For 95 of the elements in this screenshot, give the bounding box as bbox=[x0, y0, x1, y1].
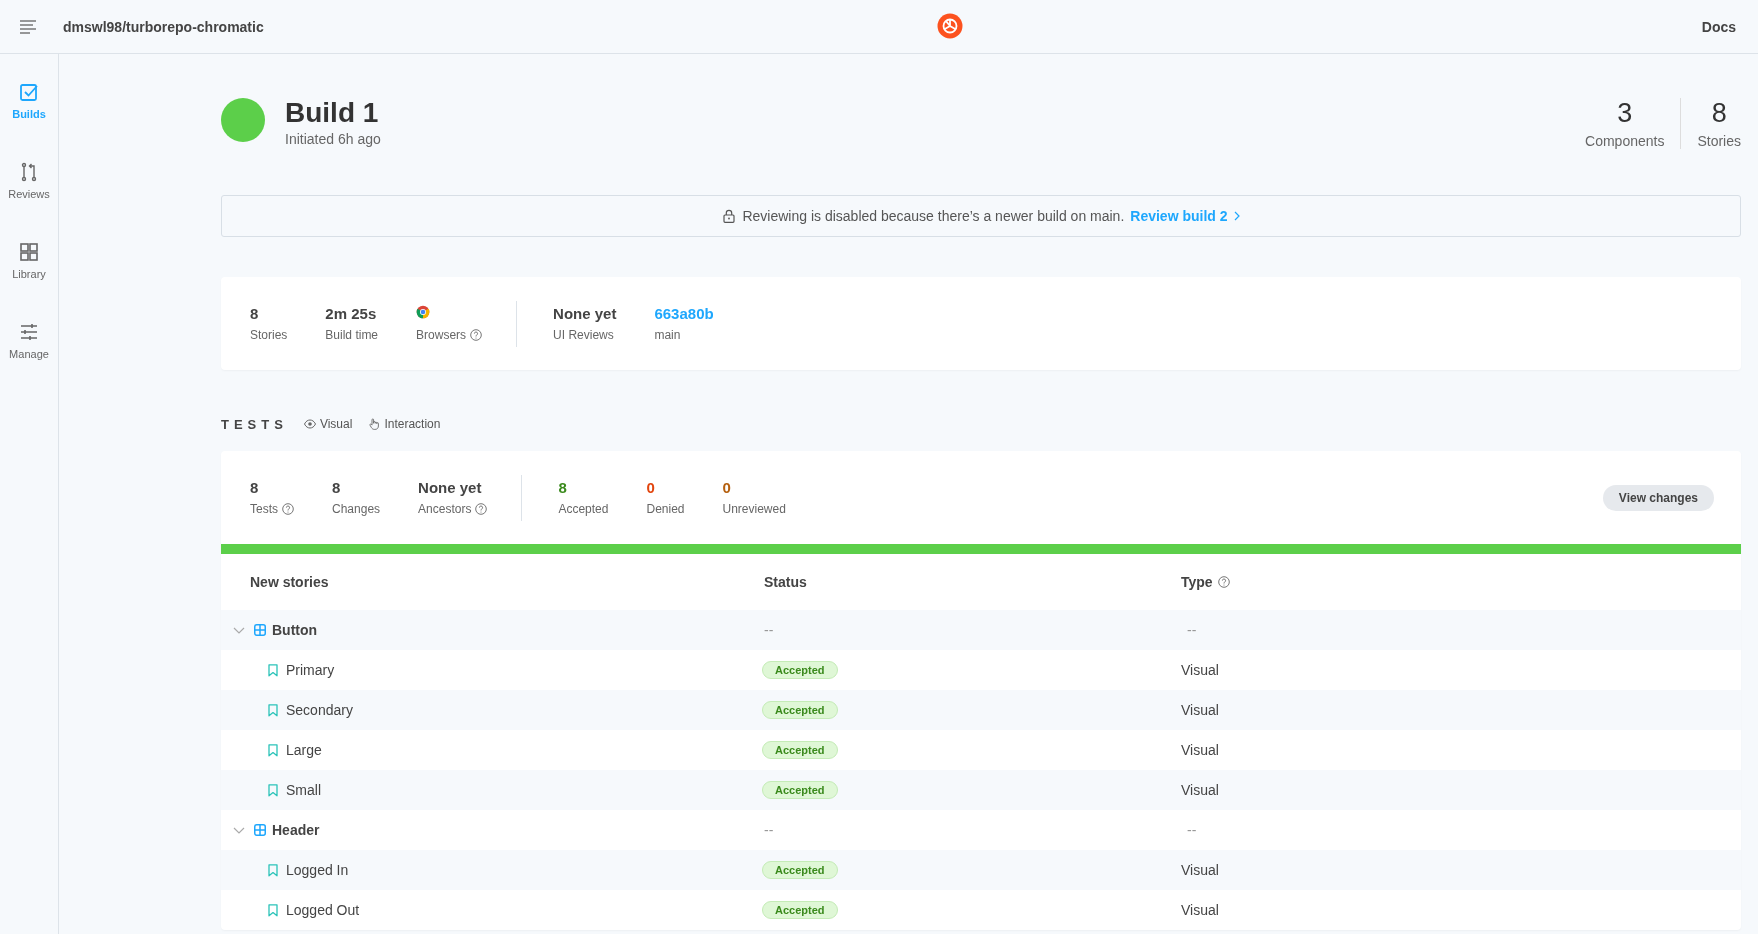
stat-value: 0 bbox=[646, 479, 656, 497]
section-heading: TESTS bbox=[221, 416, 288, 432]
grid-icon bbox=[19, 242, 39, 262]
status-badge: Accepted bbox=[762, 701, 838, 719]
story-name: Primary bbox=[286, 662, 335, 678]
story-name: Small bbox=[286, 782, 321, 798]
table-row[interactable]: Secondary Accepted Visual bbox=[221, 690, 1741, 730]
eye-icon bbox=[303, 418, 316, 430]
sidebar-item[interactable]: Library bbox=[12, 242, 46, 280]
stat-label: Denied bbox=[646, 502, 685, 516]
type-text: -- bbox=[1186, 622, 1198, 638]
table-row[interactable]: Header -- -- bbox=[221, 810, 1741, 850]
total-value: 3 bbox=[1617, 98, 1633, 129]
repository-name: dmswl98/turborepo-chromatic bbox=[63, 18, 264, 35]
table-row[interactable]: Button -- -- bbox=[221, 610, 1741, 650]
status-badge: Accepted bbox=[762, 861, 838, 879]
chrome-icon bbox=[416, 305, 431, 319]
table-row[interactable]: Primary Accepted Visual bbox=[221, 650, 1741, 690]
build-status-dot bbox=[221, 98, 265, 142]
stat-value: 8 bbox=[250, 305, 260, 323]
help-icon[interactable] bbox=[282, 503, 294, 515]
component-icon bbox=[254, 624, 266, 636]
story-name: Logged In bbox=[286, 862, 349, 878]
type-text: Visual bbox=[1181, 702, 1220, 718]
type-text: -- bbox=[1186, 822, 1198, 838]
story-name: Secondary bbox=[286, 702, 353, 718]
stat-label: Build time bbox=[325, 328, 379, 342]
stat-label: Changes bbox=[332, 502, 381, 516]
status-badge: Accepted bbox=[762, 901, 838, 919]
sidebar-item[interactable]: Reviews bbox=[8, 162, 50, 200]
bookmark-icon bbox=[268, 863, 278, 877]
status-badge: Accepted bbox=[762, 781, 838, 799]
table-row[interactable]: Logged In Accepted Visual bbox=[221, 850, 1741, 890]
view-changes-button[interactable]: View changes bbox=[1602, 484, 1714, 511]
bookmark-icon bbox=[268, 743, 278, 757]
menu-icon[interactable] bbox=[19, 19, 37, 34]
bookmark-icon bbox=[268, 903, 278, 917]
status-badge: Accepted bbox=[762, 741, 838, 759]
build-title: Build 1 bbox=[285, 98, 380, 128]
total-label: Stories bbox=[1697, 133, 1741, 149]
chevron-right-icon bbox=[1233, 211, 1240, 221]
table-row[interactable]: Small Accepted Visual bbox=[221, 770, 1741, 810]
stat-label: Browsers bbox=[416, 328, 467, 342]
component-icon bbox=[254, 824, 266, 836]
sliders-icon bbox=[19, 322, 39, 342]
stat-value: 8 bbox=[332, 479, 342, 497]
total-value: 8 bbox=[1711, 98, 1727, 129]
sidebar-item[interactable]: Manage bbox=[9, 322, 49, 360]
type-text: Visual bbox=[1181, 782, 1220, 798]
pull-request-icon bbox=[19, 162, 39, 182]
status-badge: Accepted bbox=[762, 661, 838, 679]
help-icon[interactable] bbox=[475, 503, 488, 515]
bookmark-icon bbox=[268, 663, 278, 677]
pointer-hand-icon bbox=[368, 418, 381, 430]
type-text: Visual bbox=[1181, 742, 1220, 758]
component-name: Button bbox=[272, 622, 318, 638]
stat-label: Tests bbox=[250, 502, 278, 516]
column-header: Status bbox=[764, 574, 807, 590]
help-icon[interactable] bbox=[1217, 576, 1230, 588]
stat-value: 8 bbox=[558, 479, 568, 497]
bookmark-icon bbox=[268, 783, 278, 797]
type-text: Visual bbox=[1181, 662, 1220, 678]
type-text: Visual bbox=[1181, 902, 1220, 918]
stat-label: main bbox=[654, 328, 681, 342]
stat-value: None yet bbox=[553, 305, 617, 323]
stat-label: Unreviewed bbox=[722, 502, 786, 516]
column-header: New stories bbox=[250, 574, 329, 590]
stat-label: UI Reviews bbox=[553, 328, 614, 342]
help-icon[interactable] bbox=[470, 329, 483, 341]
table-row[interactable]: Logged Out Accepted Visual bbox=[221, 890, 1741, 930]
checkbox-icon bbox=[19, 82, 39, 102]
story-name: Large bbox=[286, 742, 322, 758]
bookmark-icon bbox=[268, 703, 278, 717]
stat-label: Ancestors bbox=[418, 502, 472, 516]
column-header: Type bbox=[1181, 574, 1213, 590]
test-filter[interactable]: Interaction bbox=[368, 417, 441, 431]
total-label: Components bbox=[1585, 133, 1665, 149]
stat-value: 2m 25s bbox=[325, 305, 378, 323]
table-row[interactable]: Large Accepted Visual bbox=[221, 730, 1741, 770]
logo-icon[interactable] bbox=[937, 13, 963, 39]
build-subtitle: Initiated 6h ago bbox=[285, 131, 381, 147]
story-name: Logged Out bbox=[286, 902, 360, 918]
component-name: Header bbox=[272, 822, 320, 838]
status-text: -- bbox=[764, 822, 775, 838]
lock-icon bbox=[722, 209, 737, 223]
type-text: Visual bbox=[1181, 862, 1220, 878]
status-text: -- bbox=[764, 622, 775, 638]
stat-value: 8 bbox=[250, 479, 260, 497]
notice-text: Reviewing is disabled because there’s a newer build on main. bbox=[742, 208, 1125, 224]
stat-value: 0 bbox=[722, 479, 732, 497]
docs-link[interactable]: Docs bbox=[1701, 18, 1736, 35]
stat-label: Stories bbox=[250, 328, 288, 342]
stat-label: Accepted bbox=[558, 502, 609, 516]
stat-value: None yet bbox=[418, 479, 483, 497]
test-filter[interactable]: Visual bbox=[303, 417, 353, 431]
